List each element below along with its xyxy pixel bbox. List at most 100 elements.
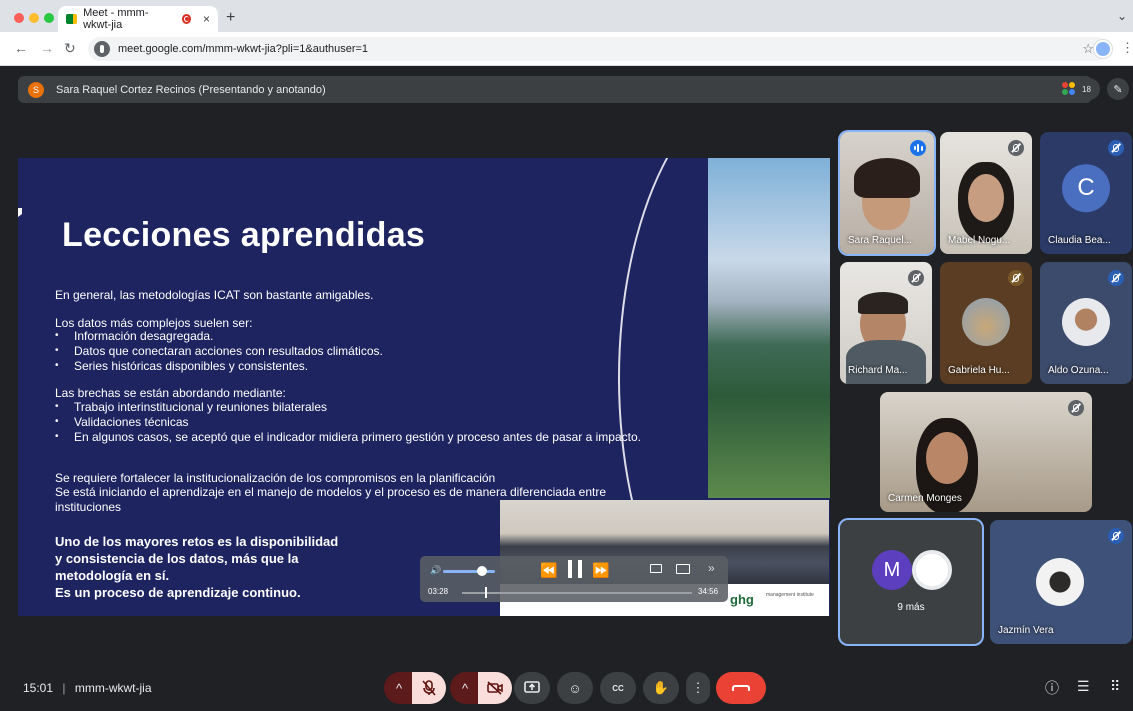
highlight-line: Es un proceso de aprendizaje continuo. xyxy=(55,585,301,600)
list-item: Series históricas disponibles y consiste… xyxy=(55,358,383,374)
ghg-logo-subtitle: management institute xyxy=(766,592,814,598)
close-tab-icon[interactable]: × xyxy=(203,12,210,26)
highlight-line: Uno de los mayores retos es la disponibi… xyxy=(55,534,339,549)
muted-mic-icon xyxy=(1068,400,1084,416)
meeting-code: mmm-wkwt-jia xyxy=(74,681,152,695)
face xyxy=(968,174,1004,222)
participant-avatar-photo xyxy=(962,298,1010,346)
muted-mic-icon xyxy=(1108,528,1124,544)
participant-tile[interactable]: Sara Raquel... xyxy=(840,132,934,254)
browser-menu-icon[interactable]: ⋮ xyxy=(1121,40,1133,56)
highlight-line: metodología en sí. xyxy=(55,568,170,583)
slide-paragraph: En general, las metodologías ICAT son ba… xyxy=(55,288,374,302)
presenter-bar: S Sara Raquel Cortez Recinos (Presentand… xyxy=(18,76,1092,103)
slide-highlight: Uno de los mayores retos es la disponibi… xyxy=(55,533,375,601)
participant-tile[interactable]: Aldo Ozuna... xyxy=(1040,262,1132,384)
annotate-icon[interactable]: ✎ xyxy=(1107,78,1129,100)
hang-up-icon xyxy=(732,685,750,691)
present-screen-button[interactable] xyxy=(514,672,550,704)
fast-forward-icon[interactable]: ⏩ xyxy=(592,562,609,579)
browser-tab[interactable]: Meet - mmm-wkwt-jia × xyxy=(58,6,218,32)
mic-off-button[interactable] xyxy=(412,672,446,704)
hair xyxy=(854,158,920,198)
more-participants-tile[interactable]: M 9 más xyxy=(840,520,982,644)
participant-tile[interactable]: Gabriela Hu... xyxy=(940,262,1032,384)
slide-paragraph: Las brechas se están abordando mediante: xyxy=(55,386,286,400)
picture-in-picture-icon[interactable] xyxy=(676,564,690,574)
participant-count: 18 xyxy=(1082,84,1091,94)
captions-button[interactable]: CC xyxy=(600,672,636,704)
meet-favicon-icon xyxy=(66,14,78,24)
maximize-window-icon[interactable] xyxy=(44,13,54,23)
slide-title: Lecciones aprendidas xyxy=(62,216,426,254)
participant-initial-avatar: C xyxy=(1062,164,1110,213)
more-participants-label: 9 más xyxy=(897,602,925,613)
presenter-label: Sara Raquel Cortez Recinos (Presentando … xyxy=(56,83,326,96)
meeting-details: 15:01 | mmm-wkwt-jia xyxy=(23,681,152,695)
recording-icon xyxy=(181,14,191,24)
people-icon xyxy=(1062,82,1076,96)
list-item: Información desagregada. xyxy=(55,328,383,344)
list-item: Validaciones técnicas xyxy=(55,414,675,430)
volume-icon[interactable]: 🔊 xyxy=(430,565,441,576)
slide-paragraph: Se requiere fortalecer la institucionali… xyxy=(55,471,496,485)
tab-title: Meet - mmm-wkwt-jia xyxy=(83,7,149,31)
url-text[interactable]: meet.google.com/mmm-wkwt-jia?pli=1&authu… xyxy=(118,43,368,55)
participant-avatar-photo xyxy=(1062,298,1110,346)
progress-scrubber[interactable] xyxy=(484,587,487,598)
reload-icon[interactable]: ↻ xyxy=(64,40,76,57)
muted-mic-icon xyxy=(1008,270,1024,286)
progress-bar[interactable] xyxy=(462,592,692,594)
volume-slider[interactable] xyxy=(443,570,495,573)
close-window-icon[interactable] xyxy=(14,13,24,23)
more-options-button[interactable]: ⋮ xyxy=(686,672,710,704)
bookmark-star-icon[interactable]: ☆ xyxy=(1082,41,1094,57)
more-controls-icon[interactable]: » xyxy=(708,561,715,575)
pause-icon[interactable] xyxy=(568,560,582,578)
presenter-avatar: S xyxy=(28,81,44,98)
volume-knob[interactable] xyxy=(477,566,487,576)
airplay-icon[interactable] xyxy=(650,564,662,573)
duration: 34:56 xyxy=(698,587,719,596)
rewind-icon[interactable]: ⏪ xyxy=(540,562,557,579)
participant-tile[interactable]: Richard Ma... xyxy=(840,262,932,384)
audio-options-button[interactable]: ^ xyxy=(384,672,414,704)
muted-mic-icon xyxy=(908,270,924,286)
muted-mic-icon xyxy=(1008,140,1024,156)
new-tab-button[interactable]: + xyxy=(226,9,235,27)
site-info-icon[interactable] xyxy=(94,41,110,57)
muted-mic-icon xyxy=(1108,270,1124,286)
participant-tile[interactable]: Jazmín Vera xyxy=(990,520,1132,644)
participant-name: Aldo Ozuna... xyxy=(1048,365,1109,376)
tab-search-icon[interactable]: ⌄ xyxy=(1117,9,1127,23)
participant-name: Richard Ma... xyxy=(848,365,908,376)
list-item: En algunos casos, se aceptó que el indic… xyxy=(55,429,675,445)
participant-name: Claudia Bea... xyxy=(1048,235,1111,246)
camera-off-icon xyxy=(487,681,503,695)
meeting-time: 15:01 xyxy=(23,681,54,695)
meeting-info-icon[interactable]: ⓘ xyxy=(1045,678,1059,698)
video-options-button[interactable]: ^ xyxy=(450,672,480,704)
address-bar[interactable]: meet.google.com/mmm-wkwt-jia?pli=1&authu… xyxy=(88,37,1108,61)
participant-tile[interactable]: Carmen Monges xyxy=(880,392,1092,512)
present-icon xyxy=(524,681,540,693)
video-controls: 🔊 ⏪ ⏩ » 03:28 34:56 xyxy=(420,556,728,602)
chat-icon[interactable]: ☰ xyxy=(1077,678,1090,695)
participant-name: Gabriela Hu... xyxy=(948,365,1010,376)
mouse-cursor xyxy=(18,208,22,217)
separator: | xyxy=(62,681,66,695)
raise-hand-button[interactable]: ✋ xyxy=(643,672,679,704)
participant-tile[interactable]: C Claudia Bea... xyxy=(1040,132,1132,254)
emoji-reactions-button[interactable]: ☺ xyxy=(557,672,593,704)
profile-avatar[interactable] xyxy=(1094,40,1112,58)
slide-list-1: Información desagregada. Datos que conec… xyxy=(55,328,383,374)
leave-call-button[interactable] xyxy=(716,672,766,704)
camera-off-button[interactable] xyxy=(478,672,512,704)
forward-icon[interactable]: → xyxy=(40,40,54,56)
participant-tile[interactable]: Mabel Nogu... xyxy=(940,132,1032,254)
muted-mic-icon xyxy=(1108,140,1124,156)
activities-icon[interactable]: ⠿ xyxy=(1110,678,1120,695)
participants-button[interactable]: 18 xyxy=(1058,78,1100,100)
minimize-window-icon[interactable] xyxy=(29,13,39,23)
back-icon[interactable]: ← xyxy=(14,40,28,56)
